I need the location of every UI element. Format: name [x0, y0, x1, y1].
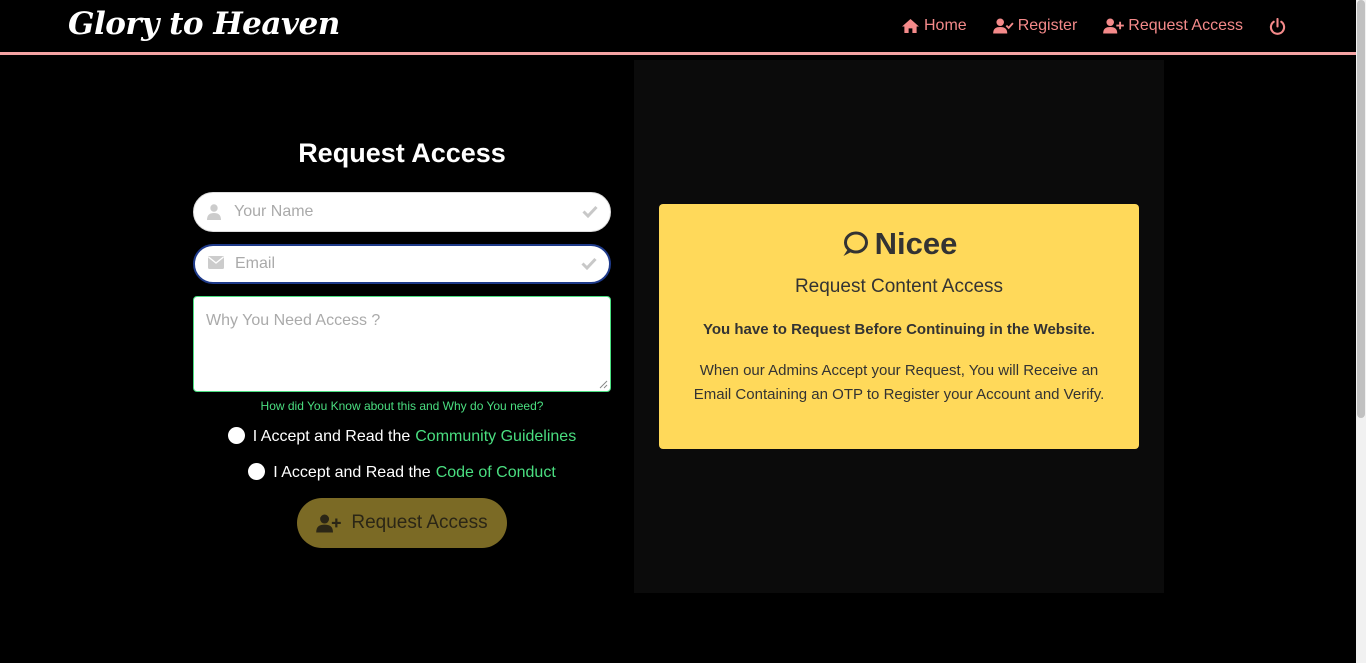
user-check-icon: [992, 18, 1014, 34]
nav-links: Home Register Request Access: [875, 0, 1286, 52]
email-field[interactable]: [193, 244, 611, 284]
card-body: When our Admins Accept your Request, You…: [693, 362, 1105, 403]
home-icon: [902, 18, 919, 34]
request-access-button-label: Request Access: [351, 512, 488, 533]
user-plus-icon: [316, 514, 342, 532]
reason-help-text: How did You Know about this and Why do Y…: [260, 399, 544, 413]
resize-grip-icon[interactable]: [599, 380, 608, 389]
info-card: Nicee Request Content Access You have to…: [659, 204, 1139, 449]
accept-community-radio[interactable]: [227, 427, 245, 444]
power-icon: [1269, 17, 1286, 35]
nav-request-access-label: Request Access: [1128, 17, 1243, 34]
card-heading: Nicee: [659, 226, 1139, 262]
card-heading-text: Nicee: [874, 226, 958, 261]
brand-logo[interactable]: Glory to Heaven: [68, 6, 340, 42]
chat-bubble-icon: [843, 231, 868, 256]
accept-conduct-text: I Accept and Read the: [273, 464, 431, 481]
nav-register-label: Register: [1017, 17, 1078, 34]
reason-textarea[interactable]: [194, 297, 610, 391]
check-icon: [582, 205, 598, 218]
nav-home-label: Home: [924, 17, 967, 34]
page: Glory to Heaven Home Register Request Ac…: [0, 0, 1366, 663]
name-input[interactable]: [234, 193, 574, 231]
accept-conduct-radio[interactable]: [248, 463, 266, 480]
community-guidelines-link[interactable]: Community Guidelines: [415, 428, 576, 446]
card-notice: You have to Request Before Continuing in…: [703, 321, 1095, 338]
request-access-button[interactable]: Request Access: [297, 498, 507, 548]
code-of-conduct-link[interactable]: Code of Conduct: [436, 464, 556, 482]
card-subtitle: Request Content Access: [794, 276, 1004, 297]
user-icon: [207, 204, 221, 220]
check-icon: [581, 257, 597, 270]
logout-button[interactable]: [1269, 17, 1286, 35]
reason-field[interactable]: [193, 296, 611, 392]
navbar: Glory to Heaven Home Register Request Ac…: [0, 0, 1356, 55]
accept-conduct-row: I Accept and Read the Code of Conduct: [193, 463, 611, 482]
nav-register-link[interactable]: Register: [992, 17, 1078, 35]
form-title: Request Access: [298, 138, 506, 168]
email-input[interactable]: [235, 246, 575, 282]
page-scrollbar[interactable]: [1356, 0, 1366, 663]
user-plus-icon: [1103, 18, 1125, 34]
envelope-icon: [208, 256, 224, 269]
accept-community-row: I Accept and Read the Community Guidelin…: [193, 427, 611, 446]
nav-home-link[interactable]: Home: [901, 17, 967, 35]
name-field[interactable]: [193, 192, 611, 232]
nav-request-access-link[interactable]: Request Access: [1103, 17, 1243, 35]
accept-community-text: I Accept and Read the: [252, 428, 411, 445]
scrollbar-thumb[interactable]: [1357, 0, 1365, 418]
